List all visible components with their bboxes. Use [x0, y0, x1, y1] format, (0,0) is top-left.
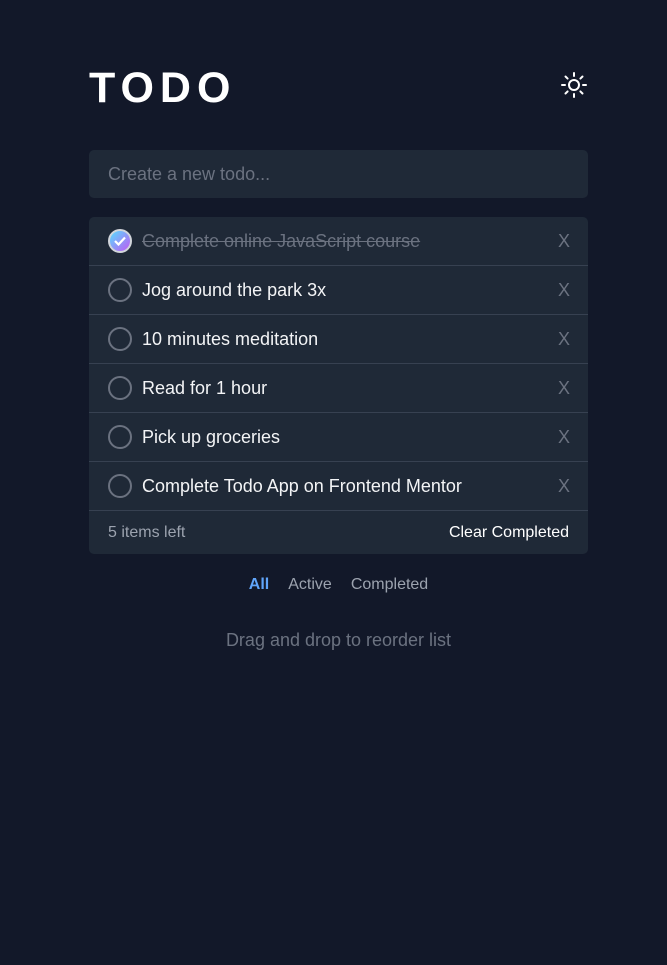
- sun-icon: [560, 71, 588, 104]
- todo-text: Complete Todo App on Frontend Mentor: [142, 475, 462, 496]
- new-todo-input[interactable]: [89, 150, 588, 198]
- todo-item[interactable]: Jog around the park 3x X: [89, 266, 588, 315]
- filter-active[interactable]: Active: [288, 575, 332, 595]
- todo-item[interactable]: 10 minutes meditation X: [89, 315, 588, 364]
- todo-checkbox[interactable]: [108, 278, 132, 302]
- delete-todo-button[interactable]: X: [558, 413, 570, 461]
- items-left-count: 5 items left: [108, 523, 186, 541]
- filter-all[interactable]: All: [249, 575, 269, 595]
- todo-text: 10 minutes meditation: [142, 328, 319, 349]
- todo-checkbox[interactable]: [108, 327, 132, 351]
- filter-bar: All Active Completed: [89, 575, 588, 595]
- todo-text: Jog around the park 3x: [142, 279, 327, 300]
- todo-checkbox[interactable]: [108, 425, 132, 449]
- todo-item[interactable]: Pick up groceries X: [89, 413, 588, 462]
- todo-app: TODO Create a new todo... Complete onlin…: [89, 0, 588, 650]
- todo-item[interactable]: Complete Todo App on Frontend Mentor X: [89, 462, 588, 511]
- reorder-hint: Drag and drop to reorder list: [225, 630, 452, 650]
- filter-completed[interactable]: Completed: [351, 575, 428, 595]
- list-footer: 5 items left Clear Completed: [89, 511, 588, 554]
- delete-todo-button[interactable]: X: [558, 462, 570, 510]
- delete-todo-button[interactable]: X: [558, 315, 570, 363]
- todo-checkbox[interactable]: [108, 376, 132, 400]
- todo-item[interactable]: Read for 1 hour X: [89, 364, 588, 413]
- checkmark-icon: [114, 236, 126, 246]
- todo-checkbox[interactable]: [108, 229, 132, 253]
- todo-text: Read for 1 hour: [142, 377, 268, 398]
- todo-text: Pick up groceries: [142, 426, 281, 447]
- todo-item[interactable]: Complete online JavaScript course X: [89, 217, 588, 266]
- todo-text: Complete online JavaScript course: [142, 230, 421, 251]
- delete-todo-button[interactable]: X: [558, 217, 570, 265]
- theme-toggle-button[interactable]: [560, 71, 588, 104]
- delete-todo-button[interactable]: X: [558, 364, 570, 412]
- todo-checkbox[interactable]: [108, 474, 132, 498]
- delete-todo-button[interactable]: X: [558, 266, 570, 314]
- header: TODO: [89, 0, 588, 150]
- todo-list: Complete online JavaScript course X Jog …: [89, 217, 588, 554]
- page-title: TODO: [89, 64, 237, 112]
- clear-completed-button[interactable]: Clear Completed: [449, 524, 569, 542]
